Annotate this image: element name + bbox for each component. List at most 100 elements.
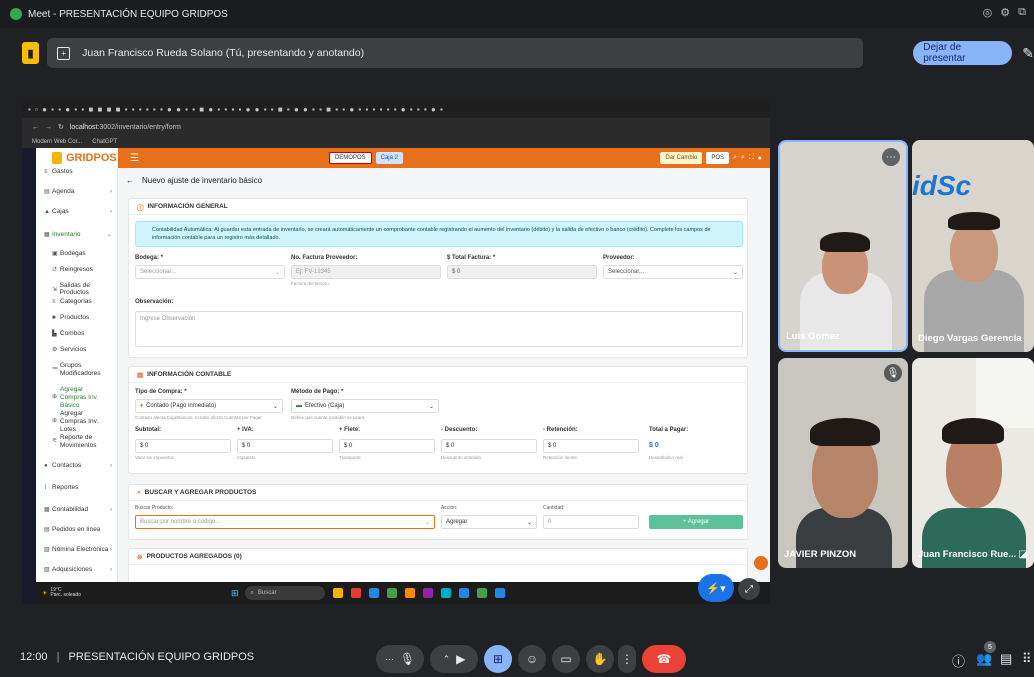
bodega-select[interactable]: Seleccionar... ⌄ <box>135 265 285 279</box>
sidebar-item-reingresos[interactable]: ↺ Reingresos <box>36 266 118 273</box>
zoom-icon[interactable]: ⌕ <box>741 154 745 162</box>
metodo-pago-select[interactable]: ▬ Efectivo (Caja) ⌄ <box>291 399 439 413</box>
flete-input[interactable]: $ 0 <box>339 439 435 453</box>
mic-button[interactable]: ⋯ 🎙 <box>376 645 424 673</box>
forward-icon[interactable]: → <box>45 124 52 131</box>
windows-start-icon[interactable]: ⊞ <box>231 588 239 599</box>
sidebar-item-reporte-movimientos[interactable]: ⚟ Reporte de Movimientos <box>36 434 118 450</box>
chat-icon[interactable]: ▤ <box>1000 651 1012 667</box>
sidebar-item-nomina[interactable]: ▧ Nómina Electrónica › <box>36 546 118 553</box>
company-chip[interactable]: DEMOPOS <box>328 152 372 164</box>
participant-tile[interactable]: ⋯ Luis Gomez <box>778 140 908 352</box>
sidebar-item-gastos[interactable]: ≡ Gastos <box>36 168 118 175</box>
app-icon[interactable] <box>332 588 343 598</box>
taskbar-search[interactable]: ⌕ Buscar <box>244 586 325 600</box>
back-icon[interactable]: ← <box>32 124 39 131</box>
pin-icon[interactable]: ◪ <box>1019 549 1028 560</box>
sidebar-item-agenda[interactable]: ▤ Agenda › <box>36 188 118 195</box>
app-icon[interactable] <box>404 588 415 598</box>
emoji-button[interactable]: ☺ <box>518 645 546 673</box>
sidebar-item-categorias[interactable]: ≡ Categorías <box>36 298 118 305</box>
retencion-input[interactable]: $ 0 <box>543 439 639 453</box>
settings-icon[interactable]: ⚙ <box>1000 6 1010 19</box>
people-icon[interactable]: 👥 <box>976 651 992 667</box>
bookmark-item[interactable]: ChatGPT <box>92 139 117 145</box>
app-icon[interactable] <box>368 588 379 598</box>
sidebar-item-cajas[interactable]: ▲ Cajas › <box>36 208 118 215</box>
more-options-icon[interactable]: ⋯ <box>882 148 900 166</box>
floating-action-button[interactable] <box>754 556 768 570</box>
accion-select[interactable]: Agregar ⌄ <box>441 515 537 529</box>
user-avatar[interactable]: ● <box>758 155 762 162</box>
app-icon[interactable] <box>458 588 469 598</box>
fullscreen-icon[interactable]: ⛶ <box>749 154 754 162</box>
browser-address-bar[interactable]: ← → ↻ localhost:3002/inventario/entry/fo… <box>22 118 770 136</box>
participant-tile[interactable]: idSc Diego Vargas Gerencia <box>912 140 1034 352</box>
present-now-button[interactable]: ⊞ <box>484 645 512 673</box>
subtotal-input[interactable]: $ 0 <box>135 439 231 453</box>
participant-tile[interactable]: 🎙 JAVIER PINZON <box>778 358 908 568</box>
sidebar-item-adquisiciones[interactable]: ▨ Adquisiciones › <box>36 566 118 573</box>
productos-header: ⊜ PRODUCTOS AGREGADOS (0) <box>129 549 747 565</box>
stop-presenting-button[interactable]: Dejar de presentar <box>913 41 1013 65</box>
hamburger-menu-icon[interactable]: ☰ <box>130 153 139 164</box>
titlebar-controls[interactable]: ◎ ⚙ ⧉ <box>983 6 1026 19</box>
app-icon[interactable] <box>494 588 505 598</box>
camera-button[interactable]: ⌃ ▶ <box>430 645 478 673</box>
factura-input[interactable]: Ej: FV-12345 <box>291 265 441 279</box>
annotate-pen-icon[interactable]: ✎ <box>1022 45 1034 62</box>
pos-button[interactable]: POS <box>706 152 730 164</box>
open-in-window-icon[interactable]: ⧉ <box>1018 6 1026 19</box>
captions-button[interactable]: ▭ <box>552 645 580 673</box>
cantidad-input[interactable]: 0 <box>543 515 639 529</box>
app-icon[interactable] <box>386 588 397 598</box>
app-logo[interactable]: GRIDPOS <box>36 148 118 168</box>
observacion-textarea[interactable]: Ingrese Observación <box>135 311 743 347</box>
more-options-button[interactable]: ⋮ <box>618 645 636 673</box>
sidebar-item-compras-lotes[interactable]: ⊕ Agregar Compras Inv. Lotes <box>36 410 118 433</box>
agregar-button[interactable]: + Agregar <box>649 515 743 529</box>
share-control-button[interactable]: ⚡▾ <box>698 574 734 602</box>
sidebar-item-compras-basico[interactable]: ⊕ Agregar Compras Inv. Básico <box>36 386 118 409</box>
url-host[interactable]: localhost <box>70 124 98 131</box>
iva-input[interactable]: $ 0 <box>237 439 333 453</box>
activities-icon[interactable]: ⠿ <box>1022 651 1032 667</box>
descuento-input[interactable]: $ 0 <box>441 439 537 453</box>
sidebar-item-combos[interactable]: ▙ Combos <box>36 330 118 337</box>
app-icon[interactable] <box>440 588 451 598</box>
tipo-compra-select[interactable]: ♦ Contado (Pago inmediato) ⌄ <box>135 399 283 413</box>
producto-search-input[interactable]: Buscar por nombre o código... ⌄ <box>135 515 435 529</box>
expand-icon[interactable]: ⤢ <box>738 578 760 600</box>
reload-icon[interactable]: ↻ <box>58 123 64 131</box>
sidebar-item-productos[interactable]: ■ Productos <box>36 314 118 321</box>
back-arrow-icon[interactable]: ← <box>126 176 134 185</box>
total-factura-input[interactable]: $ 0 <box>447 265 597 279</box>
participant-tile[interactable]: Juan Francisco Rue... ◪ <box>912 358 1034 568</box>
sidebar-item-contabilidad[interactable]: ▦ Contabilidad › <box>36 506 118 513</box>
cash-register-chip[interactable]: Caja 2 <box>375 152 403 164</box>
proveedor-select[interactable]: Seleccionar... ⌄ <box>603 265 743 279</box>
bookmark-item[interactable]: Modern Web Cor... <box>32 139 82 145</box>
sidebar-item-reportes[interactable]: ⌇ Reportes <box>36 484 118 491</box>
browser-tab-strip[interactable]: ▪ ▫ ● ▪ ▪ ● ▪ ▪ ■ ■ ■ ■ ▪ ▪ ▪ ▪ ▪ ▪ ● ● … <box>22 100 770 118</box>
sidebar-item-contactos[interactable]: ● Contactos › <box>36 462 118 469</box>
raise-hand-button[interactable]: ✋ <box>586 645 614 673</box>
sidebar-item-pedidos[interactable]: ▤ Pedidos en línea <box>36 526 118 533</box>
app-icon[interactable] <box>422 588 433 598</box>
app-icon[interactable] <box>476 588 487 598</box>
extensions-icon[interactable]: ◎ <box>983 6 993 19</box>
sidebar-item-salidas[interactable]: ⇲ Salidas de Productos <box>36 282 118 296</box>
sidebar-item-grupos[interactable]: ≔ Grupos Modificadores <box>36 362 118 378</box>
search-icon[interactable]: ⌕ <box>733 154 737 162</box>
sidebar-item-inventario[interactable]: ▦ Inventario ⌄ <box>36 230 118 239</box>
buscar-header: ⌕ BUSCAR Y AGREGAR PRODUCTOS <box>129 485 747 501</box>
end-call-button[interactable]: ☎ <box>642 645 686 673</box>
url-path[interactable]: :3002/inventario/entry/form <box>98 124 181 131</box>
meeting-details-icon[interactable]: ⓘ <box>952 651 965 670</box>
orders-icon: ▤ <box>44 527 50 533</box>
sidebar-item-bodegas[interactable]: ▣ Bodegas <box>36 250 118 257</box>
app-icon[interactable] <box>350 588 361 598</box>
change-button[interactable]: Dar Cambio <box>660 152 703 164</box>
sidebar-item-servicios[interactable]: ⚙ Servicios <box>36 346 118 353</box>
info-contable-card: ▤ INFORMACIÓN CONTABLE Tipo de Compra: * … <box>128 366 748 474</box>
